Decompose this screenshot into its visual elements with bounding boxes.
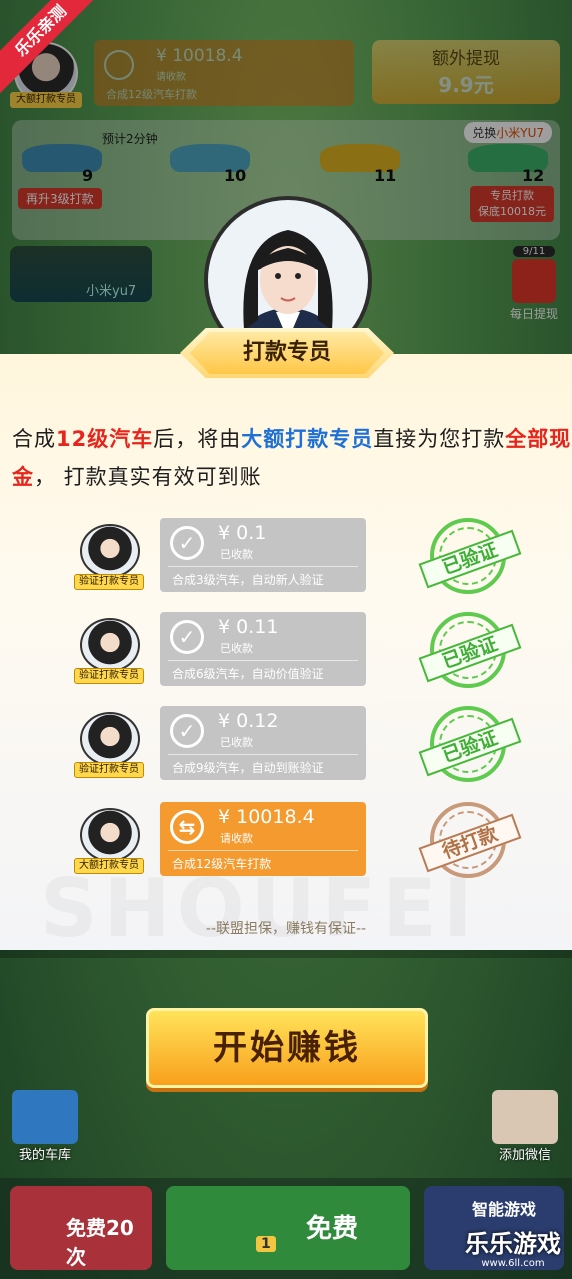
wechat-avatar-icon xyxy=(492,1090,558,1144)
payment-status: 已收款 xyxy=(220,642,253,655)
payment-row: 大额打款专员 ⇆ ¥ 10018.4 请收款 合成12级汽车打款 待打款 xyxy=(0,802,572,886)
payment-card-pending[interactable]: ⇆ ¥ 10018.4 请收款 合成12级汽车打款 xyxy=(160,802,366,876)
start-earning-label: 开始赚钱 xyxy=(213,1028,361,1068)
payment-amount: ¥ 10018.4 xyxy=(218,806,315,828)
agent-avatar xyxy=(80,712,140,766)
payment-row: 验证打款专员 ✓ ¥ 0.12 已收款 合成9级汽车，自动到账验证 已验证 xyxy=(0,706,572,790)
modal-title-banner: 打款专员 xyxy=(180,328,394,378)
payment-row: 验证打款专员 ✓ ¥ 0.1 已收款 合成3级汽车，自动新人验证 已验证 xyxy=(0,518,572,602)
verified-stamp: 已验证 xyxy=(418,612,522,688)
payment-card: ✓ ¥ 0.11 已收款 合成6级汽车，自动价值验证 xyxy=(160,612,366,686)
exchange-icon: ⇆ xyxy=(170,810,204,844)
intro-part-2: 后，将由 xyxy=(153,427,242,451)
check-icon: ✓ xyxy=(170,526,204,560)
payment-desc: 合成9级汽车，自动到账验证 xyxy=(172,761,324,775)
payment-desc: 合成3级汽车，自动新人验证 xyxy=(172,573,324,587)
agent-avatar xyxy=(80,618,140,672)
free-merge-count: 1 xyxy=(256,1236,276,1252)
verified-stamp: 已验证 xyxy=(418,706,522,782)
pending-stamp: 待打款 xyxy=(418,802,522,878)
logo-url: www.6ll.com xyxy=(481,1258,545,1269)
payment-card: ✓ ¥ 0.1 已收款 合成3级汽车，自动新人验证 xyxy=(160,518,366,592)
add-wechat-button[interactable]: 添加微信 xyxy=(490,1090,560,1163)
verified-stamp: 已验证 xyxy=(418,518,522,594)
free-spins-label: 免费20次 xyxy=(66,1216,134,1269)
payment-desc: 合成6级汽车，自动价值验证 xyxy=(172,667,324,681)
payment-amount: ¥ 0.11 xyxy=(218,616,279,638)
agent-label: 验证打款专员 xyxy=(74,762,144,778)
check-icon: ✓ xyxy=(170,714,204,748)
my-garage-label: 我的车库 xyxy=(18,1148,71,1163)
logo-title: 乐乐游戏 xyxy=(465,1230,561,1258)
guarantee-text: --联盟担保，赚钱有保证-- xyxy=(205,921,367,937)
intro-part-3: 直接为您打款 xyxy=(373,427,506,451)
my-garage-button[interactable]: 我的车库 xyxy=(10,1090,80,1163)
smart-game-label: 智能游戏 xyxy=(472,1200,537,1219)
free-merge-button[interactable]: 免费 1 xyxy=(166,1186,410,1270)
payment-amount: ¥ 0.12 xyxy=(218,710,279,732)
agent-avatar xyxy=(80,524,140,578)
intro-part-1: 合成 xyxy=(12,427,56,451)
start-earning-button[interactable]: 开始赚钱 xyxy=(146,1008,428,1088)
agent-label: 大额打款专员 xyxy=(74,858,144,874)
site-logo: 乐乐游戏 www.6ll.com xyxy=(454,1230,572,1279)
payment-status: 请收款 xyxy=(220,832,253,845)
payment-desc: 合成12级汽车打款 xyxy=(172,857,272,871)
payment-card: ✓ ¥ 0.12 已收款 合成9级汽车，自动到账验证 xyxy=(160,706,366,780)
payment-status: 已收款 xyxy=(220,736,253,749)
garage-car-icon xyxy=(12,1090,78,1144)
payment-amount: ¥ 0.1 xyxy=(218,522,267,544)
free-spins-button[interactable]: 免费20次 xyxy=(10,1186,152,1270)
payment-row: 验证打款专员 ✓ ¥ 0.11 已收款 合成6级汽车，自动价值验证 已验证 xyxy=(0,612,572,696)
payment-status: 已收款 xyxy=(220,548,253,561)
modal-intro-text: 合成12级汽车后，将由大额打款专员直接为您打款全部现金， 打款真实有效可到账 xyxy=(12,420,572,496)
check-icon: ✓ xyxy=(170,620,204,654)
intro-highlight-agent: 大额打款专员 xyxy=(241,427,374,451)
agent-label: 验证打款专员 xyxy=(74,668,144,684)
free-merge-label: 免费 xyxy=(306,1214,359,1244)
add-wechat-label: 添加微信 xyxy=(498,1148,551,1163)
agent-label: 验证打款专员 xyxy=(74,574,144,590)
modal-title: 打款专员 xyxy=(242,340,331,365)
intro-highlight-level: 12级汽车 xyxy=(56,427,154,451)
agent-avatar xyxy=(80,808,140,862)
intro-part-4: ， 打款真实有效可到账 xyxy=(34,465,262,489)
